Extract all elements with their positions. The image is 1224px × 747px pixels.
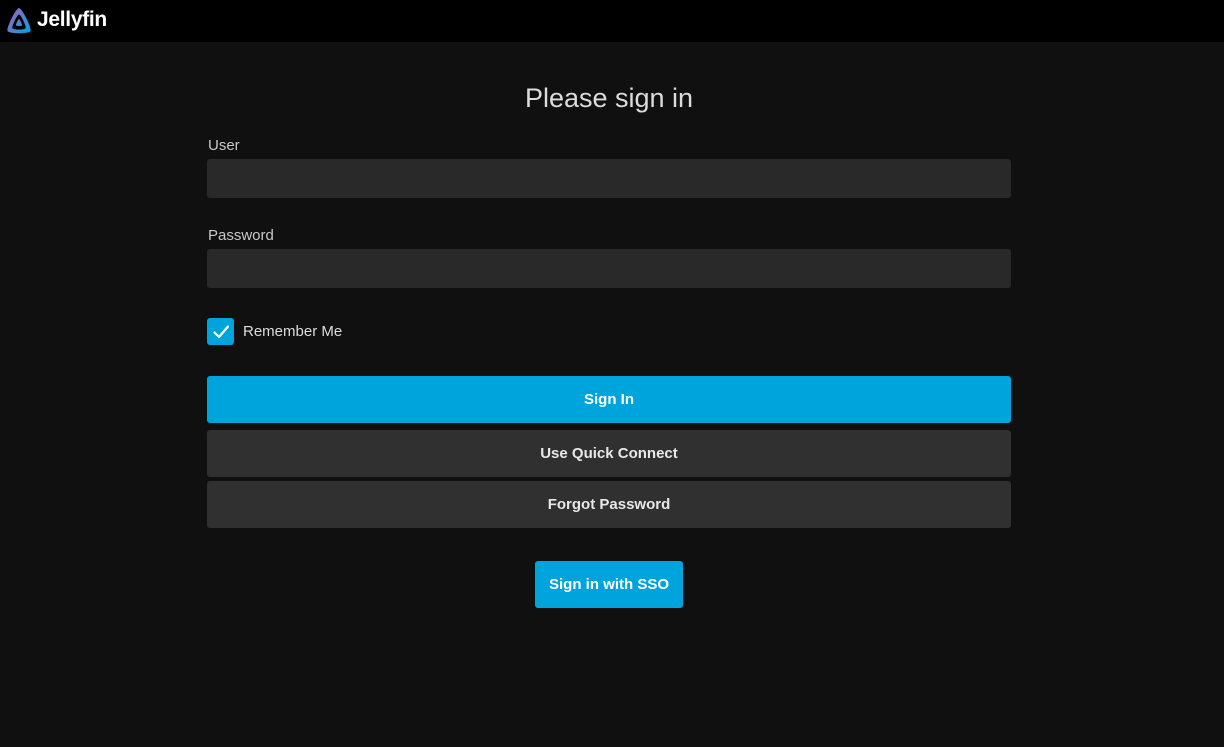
checkmark-icon	[212, 324, 229, 338]
remember-me-row[interactable]: Remember Me	[207, 318, 342, 345]
page-title: Please sign in	[524, 83, 694, 113]
app-header: Jellyfin	[0, 0, 1224, 42]
remember-me-checkbox[interactable]	[207, 318, 234, 345]
user-input[interactable]	[207, 159, 1011, 198]
sign-in-button[interactable]: Sign In	[207, 376, 1011, 423]
sso-sign-in-button[interactable]: Sign in with SSO	[535, 561, 683, 608]
quick-connect-button[interactable]: Use Quick Connect	[207, 430, 1011, 477]
forgot-password-button[interactable]: Forgot Password	[207, 481, 1011, 528]
jellyfin-logo-icon	[4, 6, 34, 36]
password-label: Password	[208, 227, 274, 244]
user-label: User	[208, 137, 240, 154]
password-input[interactable]	[207, 249, 1011, 288]
app-logo[interactable]: Jellyfin	[4, 0, 107, 42]
app-name: Jellyfin	[37, 8, 107, 31]
remember-me-label: Remember Me	[243, 323, 343, 340]
